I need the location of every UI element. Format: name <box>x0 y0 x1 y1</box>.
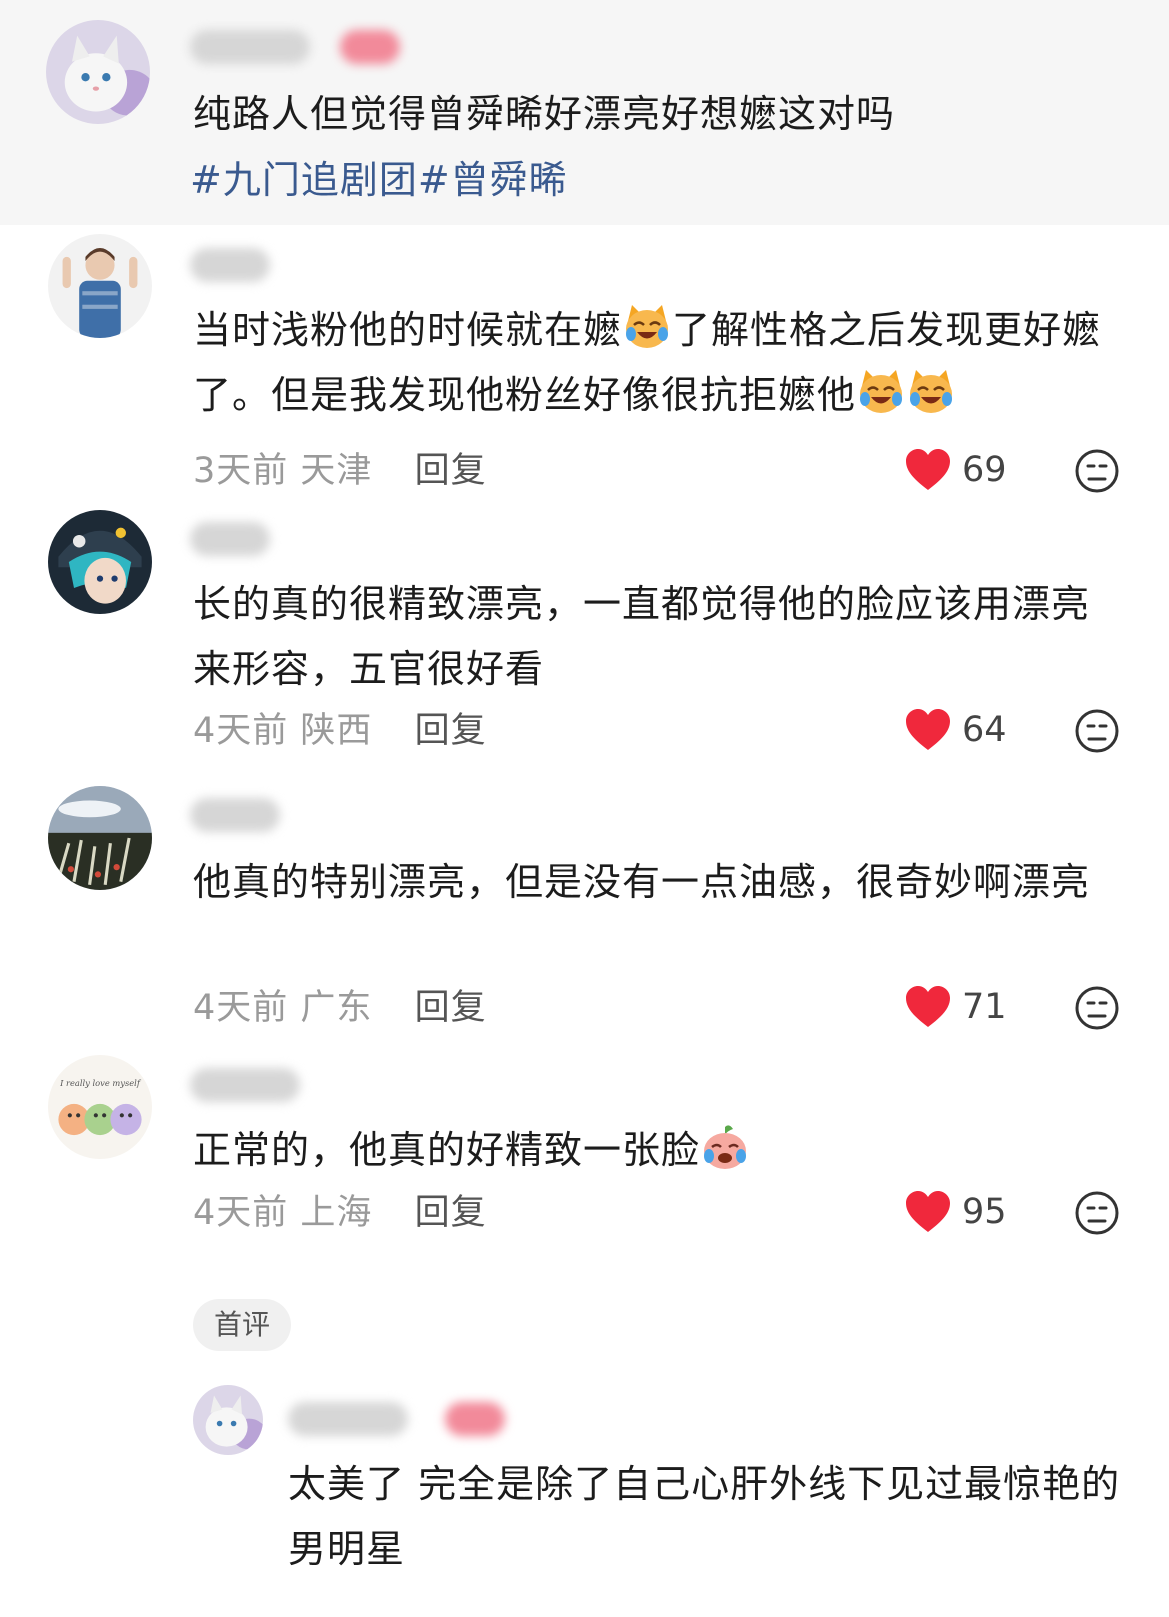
like-count: 95 <box>962 1192 1007 1232</box>
laughing-cat-icon <box>906 368 956 416</box>
avatar[interactable] <box>48 786 152 890</box>
username-hidden[interactable] <box>288 1402 408 1436</box>
comment-location: 陕西 <box>300 711 373 751</box>
dislike-face-icon[interactable] <box>1074 1190 1120 1236</box>
crying-peach-icon <box>700 1123 750 1171</box>
reply-button[interactable]: 回复 <box>415 451 487 491</box>
author-badge <box>445 1402 505 1436</box>
username-hidden[interactable] <box>190 1068 300 1102</box>
pinned-text: 纯路人但觉得曾舜晞好漂亮好想嬷这对吗 <box>193 92 896 136</box>
dislike-face-icon[interactable] <box>1074 708 1120 754</box>
comment-meta: 4天前 上海 回复 <box>193 1193 487 1233</box>
reply-button[interactable]: 回复 <box>415 988 487 1028</box>
avatar[interactable] <box>48 510 152 614</box>
comment-text: 长的真的很精致漂亮，一直都觉得他的脸应该用漂亮来形容，五官很好看 <box>193 582 1091 691</box>
comment-text: 正常的，他真的好精致一张脸 <box>193 1118 1123 1183</box>
reply-text: 太美了 完全是除了自己心肝外线下见过最惊艳的男明星 <box>288 1462 1121 1571</box>
avatar-text: I really love myself <box>59 1078 142 1088</box>
comment-time: 4天前 <box>193 1193 289 1233</box>
dislike-face-icon[interactable] <box>1074 448 1120 494</box>
comment-time: 4天前 <box>193 711 289 751</box>
comment-meta: 4天前 陕西 回复 <box>193 711 487 751</box>
dislike-face-icon[interactable] <box>1074 985 1120 1031</box>
avatar[interactable] <box>46 20 150 124</box>
reply-button[interactable]: 回复 <box>415 711 487 751</box>
comment-location: 天津 <box>300 451 373 491</box>
like-button[interactable]: 64 <box>904 708 1007 752</box>
comment-location: 上海 <box>300 1193 373 1233</box>
avatar[interactable] <box>193 1385 263 1455</box>
username-hidden[interactable] <box>190 248 270 282</box>
like-count: 64 <box>962 710 1007 750</box>
like-count: 71 <box>962 987 1007 1027</box>
avatar[interactable] <box>48 234 152 338</box>
comment-time: 4天前 <box>193 988 289 1028</box>
username-hidden[interactable] <box>190 798 280 832</box>
avatar[interactable]: I really love myself <box>48 1055 152 1159</box>
comment-text: 当时浅粉他的时候就在嬷 了解性格之后发现更好嬷了。但是我发现他粉丝好像很抗拒嬷他 <box>193 298 1123 428</box>
heart-icon <box>906 449 950 490</box>
like-count: 69 <box>962 450 1007 490</box>
like-button[interactable]: 95 <box>904 1190 1007 1234</box>
comment-text-part1: 当时浅粉他的时候就在嬷 <box>193 308 623 352</box>
heart-icon <box>906 1191 950 1232</box>
reply-button[interactable]: 回复 <box>415 1193 487 1233</box>
username-hidden[interactable] <box>190 30 310 64</box>
comment-meta: 3天前 天津 回复 <box>193 451 487 491</box>
first-comment-badge: 首评 <box>193 1299 291 1351</box>
hashtags[interactable]: #九门追剧团#曾舜晞 <box>190 150 568 210</box>
comment-time: 3天前 <box>193 451 289 491</box>
heart-icon <box>906 709 950 750</box>
like-button[interactable]: 69 <box>904 448 1007 492</box>
username-hidden[interactable] <box>190 522 270 556</box>
heart-icon <box>906 986 950 1027</box>
comment-meta: 4天前 广东 回复 <box>193 988 487 1028</box>
like-button[interactable]: 71 <box>904 985 1007 1029</box>
laughing-cat-icon <box>622 303 672 351</box>
comment-text: 他真的特别漂亮，但是没有一点油感，很奇妙啊漂亮 <box>193 860 1091 904</box>
author-badge <box>340 30 400 64</box>
comment-location: 广东 <box>300 988 373 1028</box>
laughing-cat-icon <box>856 368 906 416</box>
comment-text-content: 正常的，他真的好精致一张脸 <box>193 1128 701 1172</box>
